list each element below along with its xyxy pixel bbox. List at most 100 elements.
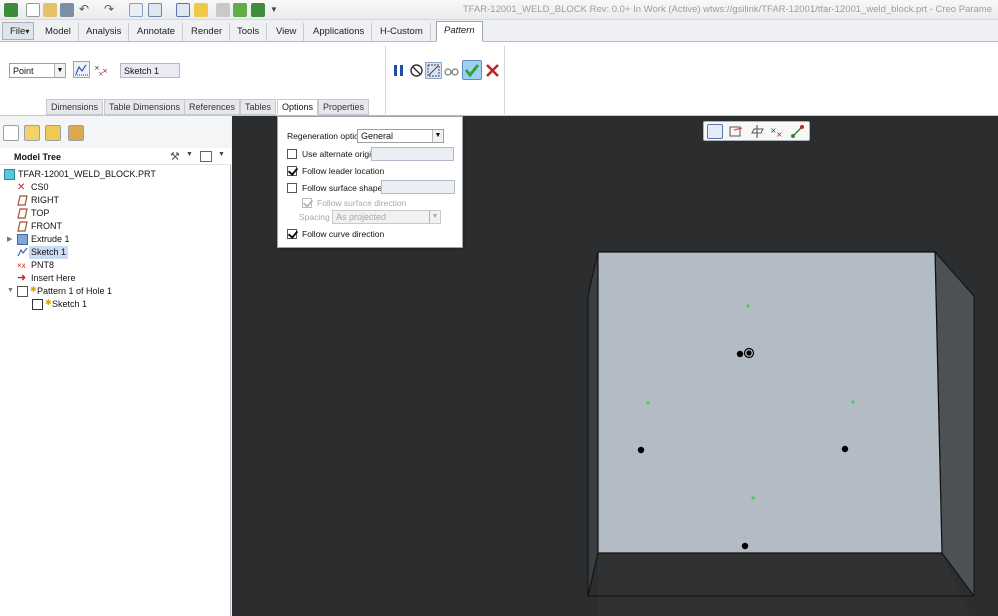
navigator-toolbar [0,116,231,148]
ok-button[interactable] [462,60,482,80]
axis-display-icon[interactable] [749,124,765,139]
alternate-origin-collector[interactable] [371,147,454,161]
tree-item-right[interactable]: RIGHT [17,194,167,207]
follow-leader-location-checkbox[interactable] [287,166,297,176]
datum-point[interactable] [751,496,755,500]
no-preview-button[interactable] [408,62,425,79]
pattern-hole-point[interactable] [741,542,749,550]
subtab-dimensions[interactable]: Dimensions [46,99,104,115]
folder-icon[interactable] [194,3,208,17]
new-file-icon[interactable] [26,3,40,17]
csys-display-icon[interactable] [790,124,806,139]
datum-display-icon[interactable] [728,124,744,139]
edit-icon[interactable] [216,3,230,17]
tree-item-extrude[interactable]: Extrude 1 [17,233,167,246]
tab-file-arrow: ▾ [25,27,30,36]
customize-toolbar-icon[interactable]: ▼ [270,3,284,17]
tab-view[interactable]: View [269,23,305,41]
pause-button[interactable] [390,62,407,79]
close-window-icon[interactable] [176,3,190,17]
tree-settings-icon[interactable]: ⚒ [170,150,180,163]
glasses-icon [444,68,459,76]
custom-tool-icon[interactable] [251,3,265,17]
datum-point[interactable] [851,400,855,404]
undo-icon[interactable]: ↶ [79,3,93,17]
tab-tools[interactable]: Tools [230,23,268,41]
subtab-options[interactable]: Options [277,99,319,115]
surface-shape-collector[interactable] [381,180,455,194]
regeneration-option-value: General [361,131,394,141]
layer-tree-icon[interactable] [68,125,84,141]
follow-curve-direction-checkbox[interactable] [287,229,297,239]
show-filter-icon[interactable] [200,151,212,162]
tab-file[interactable]: File▾ [2,22,34,40]
tree-item-top[interactable]: TOP [17,207,167,220]
subtab-tables[interactable]: Tables [240,99,277,115]
tree-item-pattern-sketch[interactable]: Sketch 1 ✱ [32,298,152,311]
tree-item-pnt8[interactable]: ×x PNT8 [17,259,167,272]
expand-arrow-icon[interactable]: ▶ [7,235,12,243]
datum-point[interactable] [746,304,750,308]
datum-plane-icon [17,195,28,206]
tree-item-label: Extrude 1 [31,234,70,244]
follow-surface-shape-checkbox[interactable] [287,183,297,193]
point-reference-button[interactable]: × × × [94,63,111,80]
point-display-icon[interactable]: × × [769,124,785,139]
follow-leader-location-row[interactable]: Follow leader location [287,165,447,178]
subtab-references[interactable]: References [184,99,241,115]
subtab-properties-label: Properties [323,102,365,112]
tab-render[interactable]: Render [184,23,231,41]
save-icon[interactable] [60,3,74,17]
tree-item-pattern[interactable]: Pattern 1 of Hole 1 ✱ [17,285,177,298]
chevron-down-icon[interactable]: ▼ [218,151,225,158]
follow-surface-shape-label: Follow surface shape [302,183,383,193]
pattern-hole-point[interactable] [841,445,849,453]
use-alternate-origin-label: Use alternate origin [302,149,376,159]
subtab-table-dimensions[interactable]: Table Dimensions [104,99,186,115]
zoom-icon[interactable] [707,124,723,139]
edit-star-icon: ✱ [30,285,37,294]
regeneration-option-select[interactable]: General ▼ [357,129,444,143]
regenerate-icon[interactable] [129,3,143,17]
weld-icon[interactable] [233,3,247,17]
cancel-x-icon [486,64,499,77]
open-folder-icon[interactable] [43,3,57,17]
follow-curve-direction-row[interactable]: Follow curve direction [287,228,447,241]
subtab-properties[interactable]: Properties [318,99,370,115]
tree-item-cs0[interactable]: ✕ CS0 [17,181,167,194]
tree-item-front[interactable]: FRONT [17,220,167,233]
pattern-hole-point[interactable] [736,350,744,358]
pattern-hole-point[interactable] [637,446,645,454]
tab-pattern[interactable]: Pattern [436,21,483,42]
chevron-down-icon[interactable]: ▼ [186,151,193,158]
windows-icon[interactable] [148,3,162,17]
tree-item-insert-here[interactable]: ➜ Insert Here [17,272,167,285]
block-top-face[interactable] [597,251,943,554]
options-panel: Regeneration option General ▼ Use altern… [277,116,463,248]
sketch-tool-button[interactable] [73,61,90,78]
use-alternate-origin-checkbox[interactable] [287,149,297,159]
pattern-type-select[interactable]: Point ▼ [9,63,66,78]
follow-curve-direction-label: Follow curve direction [302,229,385,239]
ribbon-separator [504,46,505,114]
datum-point[interactable] [646,401,650,405]
folder-browser-icon[interactable] [24,125,40,141]
tab-applications[interactable]: Applications [306,23,373,41]
redo-icon[interactable]: ↷ [104,3,118,17]
tab-analysis[interactable]: Analysis [79,23,130,41]
tab-annotate[interactable]: Annotate [130,23,184,41]
tab-model[interactable]: Model [38,23,79,41]
model-tree-tab-icon[interactable] [3,125,19,141]
pattern-leader-point[interactable] [746,350,752,356]
favorites-icon[interactable] [45,125,61,141]
sketch-collector-field[interactable]: Sketch 1 [120,63,180,78]
tab-h-custom[interactable]: H-Custom [373,23,431,41]
cancel-button[interactable] [484,62,501,79]
preview-button[interactable] [443,62,460,79]
svg-text:×: × [776,130,783,139]
tree-item-sketch-1[interactable]: Sketch 1 [17,246,167,259]
verify-button[interactable] [425,62,442,79]
collapse-arrow-icon[interactable]: ▼ [7,287,14,294]
tab-render-label: Render [191,26,223,37]
tree-item-part[interactable]: TFAR-12001_WELD_BLOCK.PRT [4,168,204,181]
